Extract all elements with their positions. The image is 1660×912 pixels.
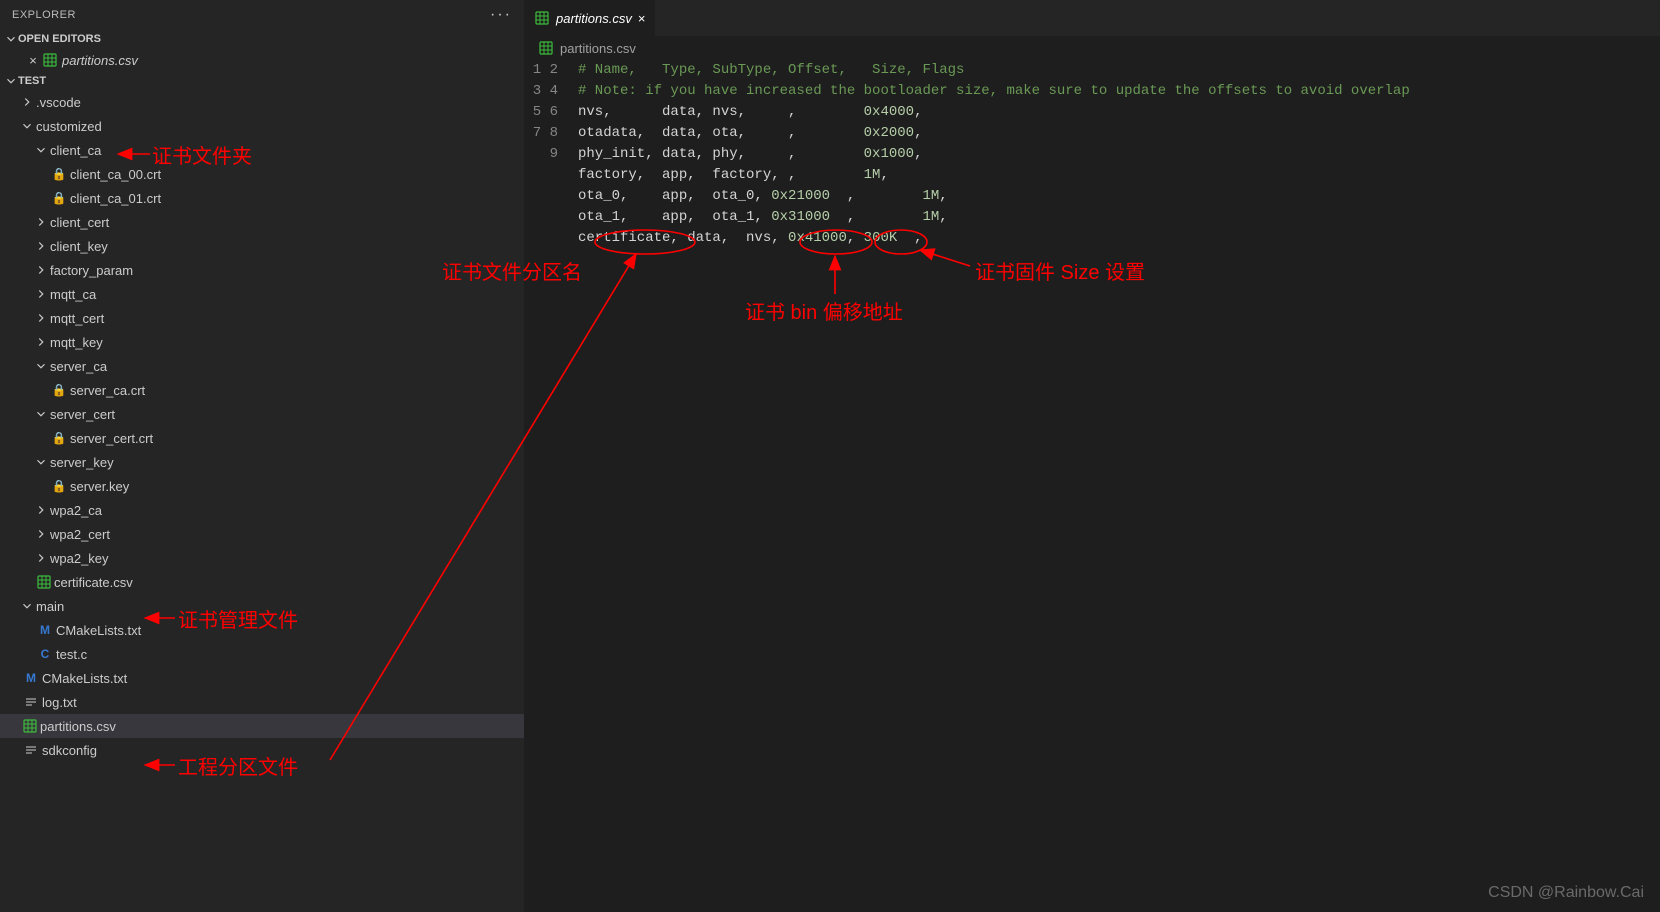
chevron-down-icon xyxy=(4,32,18,46)
lock-icon: 🔒 xyxy=(50,431,68,445)
text-file-icon xyxy=(22,743,40,757)
explorer-more-icon[interactable]: ··· xyxy=(490,6,512,24)
lock-icon: 🔒 xyxy=(50,191,68,205)
code-editor[interactable]: 1 2 3 4 5 6 7 8 9 # Name, Type, SubType,… xyxy=(524,60,1660,249)
chevron-down-icon xyxy=(20,599,34,613)
tab-partitions-csv[interactable]: partitions.csv × xyxy=(524,0,656,36)
open-editors-label: OPEN EDITORS xyxy=(18,33,101,45)
lock-icon: 🔒 xyxy=(50,383,68,397)
tree-folder[interactable]: main xyxy=(0,594,524,618)
csv-file-icon xyxy=(534,10,550,26)
tree-file[interactable]: log.txt xyxy=(0,690,524,714)
tree-file[interactable]: 🔒server_cert.crt xyxy=(0,426,524,450)
tree-file[interactable]: MCMakeLists.txt xyxy=(0,618,524,642)
chevron-right-icon xyxy=(34,527,48,541)
tree-file-certificate-csv[interactable]: certificate.csv xyxy=(0,570,524,594)
chevron-down-icon xyxy=(34,407,48,421)
close-icon[interactable]: × xyxy=(24,53,42,68)
tree-folder[interactable]: client_key xyxy=(0,234,524,258)
chevron-right-icon xyxy=(34,287,48,301)
tree-file[interactable]: MCMakeLists.txt xyxy=(0,666,524,690)
explorer-title: EXPLORER xyxy=(12,9,76,21)
chevron-down-icon xyxy=(20,119,34,133)
open-editors-header[interactable]: OPEN EDITORS xyxy=(0,30,524,48)
explorer-sidebar: EXPLORER ··· OPEN EDITORS × partitions.c… xyxy=(0,0,524,912)
csv-file-icon xyxy=(42,52,58,68)
line-numbers: 1 2 3 4 5 6 7 8 9 xyxy=(524,60,578,249)
tree-folder[interactable]: factory_param xyxy=(0,258,524,282)
breadcrumb-file: partitions.csv xyxy=(560,41,636,56)
tab-label: partitions.csv xyxy=(556,11,632,26)
tree-folder[interactable]: wpa2_cert xyxy=(0,522,524,546)
tree-file[interactable]: sdkconfig xyxy=(0,738,524,762)
chevron-down-icon xyxy=(34,359,48,373)
tree-file-partitions-csv[interactable]: partitions.csv xyxy=(0,714,524,738)
chevron-down-icon xyxy=(34,455,48,469)
project-label: TEST xyxy=(18,75,46,87)
text-file-icon xyxy=(22,695,40,709)
tab-bar: partitions.csv × xyxy=(524,0,1660,36)
chevron-right-icon xyxy=(34,335,48,349)
csv-file-icon xyxy=(36,574,52,590)
file-tree: .vscode customized client_ca 🔒client_ca_… xyxy=(0,90,524,912)
tree-folder[interactable]: mqtt_cert xyxy=(0,306,524,330)
tree-file[interactable]: Ctest.c xyxy=(0,642,524,666)
lock-icon: 🔒 xyxy=(50,167,68,181)
chevron-right-icon xyxy=(34,311,48,325)
tree-folder[interactable]: client_ca xyxy=(0,138,524,162)
tree-folder[interactable]: server_cert xyxy=(0,402,524,426)
tree-file[interactable]: 🔒client_ca_00.crt xyxy=(0,162,524,186)
tree-folder[interactable]: .vscode xyxy=(0,90,524,114)
chevron-right-icon xyxy=(34,263,48,277)
chevron-right-icon xyxy=(34,239,48,253)
close-icon[interactable]: × xyxy=(638,11,646,26)
csv-file-icon xyxy=(22,718,38,734)
lock-icon: 🔒 xyxy=(50,479,68,493)
tree-folder[interactable]: client_cert xyxy=(0,210,524,234)
breadcrumb[interactable]: partitions.csv xyxy=(524,36,1660,60)
tree-folder[interactable]: mqtt_key xyxy=(0,330,524,354)
open-editor-filename: partitions.csv xyxy=(62,53,138,68)
chevron-right-icon xyxy=(34,215,48,229)
chevron-right-icon xyxy=(34,503,48,517)
code-content[interactable]: # Name, Type, SubType, Offset, Size, Fla… xyxy=(578,60,1410,249)
watermark: CSDN @Rainbow.Cai xyxy=(1488,884,1644,902)
tree-file[interactable]: 🔒server_ca.crt xyxy=(0,378,524,402)
chevron-right-icon xyxy=(20,95,34,109)
csv-file-icon xyxy=(538,40,554,56)
tree-folder[interactable]: mqtt_ca xyxy=(0,282,524,306)
project-header[interactable]: TEST xyxy=(0,72,524,90)
tree-folder[interactable]: wpa2_ca xyxy=(0,498,524,522)
cmake-file-icon: M xyxy=(36,622,54,638)
cmake-file-icon: M xyxy=(22,670,40,686)
c-file-icon: C xyxy=(36,646,54,662)
open-editor-item[interactable]: × partitions.csv xyxy=(0,48,524,72)
tree-file[interactable]: 🔒server.key xyxy=(0,474,524,498)
tree-file[interactable]: 🔒client_ca_01.crt xyxy=(0,186,524,210)
tree-folder[interactable]: server_ca xyxy=(0,354,524,378)
chevron-down-icon xyxy=(34,143,48,157)
editor-area: partitions.csv × partitions.csv 1 2 3 4 … xyxy=(524,0,1660,912)
tree-folder-customized[interactable]: customized xyxy=(0,114,524,138)
tree-folder[interactable]: wpa2_key xyxy=(0,546,524,570)
explorer-header: EXPLORER ··· xyxy=(0,0,524,30)
chevron-right-icon xyxy=(34,551,48,565)
tree-folder[interactable]: server_key xyxy=(0,450,524,474)
chevron-down-icon xyxy=(4,74,18,88)
